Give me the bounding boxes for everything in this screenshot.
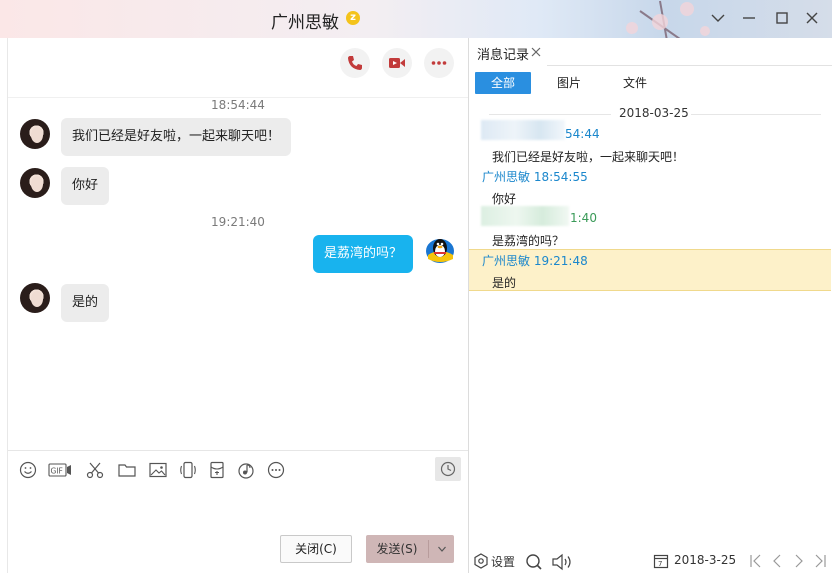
history-bottom-date[interactable]: 2018-3-25 <box>674 553 736 567</box>
folder-icon[interactable] <box>117 460 137 480</box>
more-tools-icon[interactable] <box>266 460 286 480</box>
window-title: 广州思敏 <box>271 13 339 33</box>
history-message: 是荔湾的吗？ <box>492 234 565 248</box>
history-sender-time: 广州思敏 19:21:48 <box>482 254 588 268</box>
svg-text:7: 7 <box>658 560 662 568</box>
history-sender-time: 1:40 <box>570 211 597 225</box>
contact-avatar[interactable] <box>20 283 50 313</box>
first-page-icon[interactable] <box>749 553 763 573</box>
next-page-icon[interactable] <box>793 553 805 573</box>
contact-avatar[interactable] <box>20 119 50 149</box>
decor-blossom <box>652 14 668 30</box>
last-page-icon[interactable] <box>813 553 827 573</box>
filter-images[interactable]: 图片 <box>541 72 597 94</box>
chevron-down-icon[interactable] <box>432 535 452 565</box>
close-icon[interactable] <box>800 6 824 30</box>
message-bubble-incoming: 我们已经是好友啦，一起来聊天吧！ <box>61 118 292 156</box>
close-icon[interactable] <box>530 43 542 62</box>
date-line <box>691 114 821 115</box>
history-panel: 消息记录 全部 图片 文件 2018-03-25 54:44 我们已经是好友啦，… <box>468 38 832 573</box>
history-message: 我们已经是好友啦，一起来聊天吧！ <box>492 150 685 164</box>
message-bubble-outgoing: 是荔湾的吗？ <box>313 235 414 273</box>
clock-icon[interactable] <box>435 457 461 481</box>
maximize-icon[interactable] <box>770 6 794 30</box>
message-timestamp: 19:21:40 <box>211 215 265 229</box>
decor-blossom <box>626 22 638 34</box>
shake-icon[interactable] <box>178 460 198 480</box>
send-separator <box>428 540 429 558</box>
message-timestamp: 18:54:44 <box>211 98 265 112</box>
redacted-sender <box>481 120 565 140</box>
minimize-icon[interactable] <box>737 6 761 30</box>
filter-all[interactable]: 全部 <box>475 72 531 94</box>
chevron-down-icon[interactable] <box>706 6 730 30</box>
chat-panel: 18:54:44 我们已经是好友啦，一起来聊天吧！ 你好 19:21:40 是荔… <box>7 38 468 573</box>
speaker-icon[interactable] <box>551 553 573 573</box>
music-icon[interactable] <box>236 460 256 480</box>
red-packet-icon[interactable] <box>207 460 227 480</box>
more-icon[interactable] <box>424 48 454 78</box>
history-message: 你好 <box>492 192 517 206</box>
message-bubble-incoming: 你好 <box>61 167 110 205</box>
input-divider <box>8 450 468 451</box>
send-button-label: 发送(S) <box>376 542 418 556</box>
gif-icon[interactable]: GIF <box>48 460 72 480</box>
history-bottom-bar: 设置 7 2018-3-25 <box>469 548 832 573</box>
gif-label: GIF <box>51 467 63 476</box>
self-avatar[interactable] <box>425 235 455 265</box>
history-date: 2018-03-25 <box>619 106 689 120</box>
tab-message-history[interactable]: 消息记录 <box>477 44 529 63</box>
message-bubble-incoming: 是的 <box>61 284 110 322</box>
prev-page-icon[interactable] <box>771 553 783 573</box>
decor-blossom <box>680 2 694 16</box>
emoji-icon[interactable] <box>18 460 38 480</box>
send-button[interactable]: 发送(S) <box>366 535 454 563</box>
calendar-icon[interactable]: 7 <box>653 553 669 573</box>
search-icon[interactable] <box>525 553 543 573</box>
settings-icon[interactable] <box>473 553 489 573</box>
settings-label[interactable]: 设置 <box>491 553 515 570</box>
redacted-sender <box>481 206 569 226</box>
close-button[interactable]: 关闭(C) <box>280 535 352 563</box>
history-sender-time: 广州思敏 18:54:55 <box>482 170 588 184</box>
video-call-icon[interactable] <box>382 48 412 78</box>
phone-icon[interactable] <box>340 48 370 78</box>
image-icon[interactable] <box>148 460 168 480</box>
history-tab-bar: 消息记录 <box>469 38 832 66</box>
title-bar: 广州思敏 z <box>0 0 832 52</box>
history-message: 是的 <box>492 276 517 290</box>
scissors-icon[interactable] <box>85 460 105 480</box>
contact-avatar[interactable] <box>20 168 50 198</box>
tab-underline <box>469 64 547 66</box>
history-sender-time: 54:44 <box>565 127 600 141</box>
level-badge: z <box>346 11 360 25</box>
date-line <box>489 114 611 115</box>
filter-files[interactable]: 文件 <box>607 72 663 94</box>
